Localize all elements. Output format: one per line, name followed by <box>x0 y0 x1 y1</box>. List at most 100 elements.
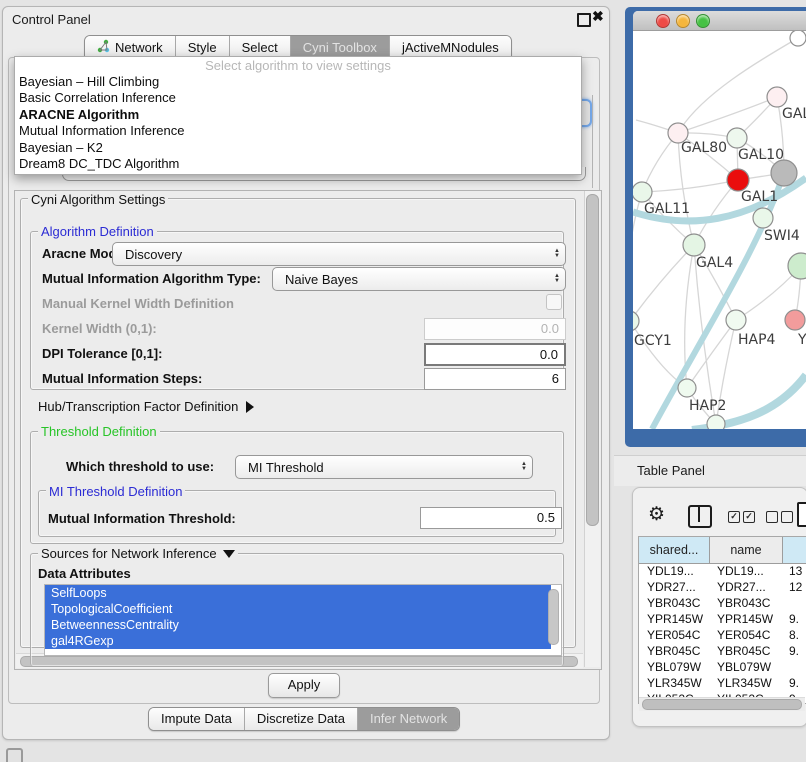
kernel-width-label: Kernel Width (0,1): <box>42 321 157 336</box>
table-cell: YBL079W <box>709 660 781 676</box>
mi-steps-field[interactable]: 6 <box>424 368 566 390</box>
dropdown-item[interactable]: Dream8 DC_TDC Algorithm <box>15 156 581 172</box>
network-node-gal11[interactable] <box>633 182 652 202</box>
network-node-swi4[interactable] <box>753 208 773 228</box>
threshold-definition-title: Threshold Definition <box>38 424 160 439</box>
network-node-hap2[interactable] <box>678 379 696 397</box>
network-node[interactable] <box>707 415 725 429</box>
table-cell: 9. <box>781 644 806 660</box>
float-window-icon[interactable] <box>577 13 591 27</box>
tab-impute-data[interactable]: Impute Data <box>149 708 244 730</box>
network-node[interactable] <box>790 31 806 46</box>
dropdown-item[interactable]: Mutual Information Inference <box>15 123 581 139</box>
table-row[interactable]: YER054CYER054C8. <box>639 628 806 644</box>
minimize-traffic-light-icon[interactable] <box>676 14 690 28</box>
node-label: Y <box>797 332 806 348</box>
cyni-bottom-tabs: Impute Data Discretize Data Infer Network <box>148 707 460 731</box>
tab-discretize-data[interactable]: Discretize Data <box>244 708 357 730</box>
network-node-gal4[interactable] <box>683 234 705 256</box>
network-canvas[interactable]: GALGAL80GAL10GAL1GAL11SWI4GAL4HAP4YGCY1H… <box>633 31 806 429</box>
mi-threshold-field[interactable]: 0.5 <box>420 507 562 529</box>
sources-title: Sources for Network Inference <box>41 546 217 561</box>
which-threshold-label: Which threshold to use: <box>66 459 214 474</box>
chevron-down-icon <box>223 550 235 558</box>
table-cell: 8. <box>781 628 806 644</box>
network-edge[interactable] <box>642 180 738 192</box>
dropdown-item[interactable]: Basic Correlation Inference <box>15 90 581 106</box>
which-threshold-combo[interactable]: MI Threshold ▲▼ <box>235 455 533 479</box>
node-label: GAL10 <box>738 147 784 163</box>
dropdown-item[interactable]: ARACNE Algorithm <box>15 107 581 123</box>
cyni-algorithm-settings-title: Cyni Algorithm Settings <box>28 192 168 207</box>
tab-label: Impute Data <box>161 711 232 726</box>
attribute-list-item[interactable]: gal4RGexp <box>45 633 551 649</box>
select-all-checkboxes-icon[interactable]: ✓✓ <box>728 511 755 523</box>
mi-algorithm-type-combo[interactable]: Naive Bayes ▲▼ <box>272 267 566 291</box>
table-row[interactable]: YBR045CYBR045C9. <box>639 644 806 660</box>
sources-expander[interactable]: Sources for Network Inference <box>38 546 238 561</box>
gear-icon[interactable]: ⚙ <box>648 503 665 526</box>
table-row[interactable]: YBR043CYBR043C <box>639 596 806 612</box>
column-header-name[interactable]: name <box>710 537 783 563</box>
network-node-gal1[interactable] <box>727 169 749 191</box>
node-label: GAL <box>782 106 806 122</box>
column-header-shared[interactable]: shared... <box>639 537 710 563</box>
table-row[interactable]: YLR345WYLR345W9. <box>639 676 806 692</box>
network-node-gcy1[interactable] <box>633 311 639 331</box>
document-icon[interactable] <box>797 502 806 527</box>
network-node-gal[interactable] <box>767 87 787 107</box>
table-cell: YBR043C <box>709 596 781 612</box>
collapsed-panel-icon[interactable] <box>6 748 23 762</box>
attribute-list-item[interactable]: SelfLoops <box>45 585 551 601</box>
network-node-gal10[interactable] <box>727 128 747 148</box>
table-row[interactable]: YBL079WYBL079W <box>639 660 806 676</box>
groupbox-border-fragment <box>592 95 593 188</box>
hub-definition-expander[interactable]: Hub/Transcription Factor Definition <box>38 399 254 414</box>
table-cell <box>781 596 806 612</box>
close-traffic-light-icon[interactable] <box>656 14 670 28</box>
aracne-mode-value: Discovery <box>113 247 549 262</box>
table-hscrollbar-thumb[interactable] <box>642 699 802 710</box>
network-edge[interactable] <box>633 245 694 321</box>
table-cell: YBR045C <box>709 644 781 660</box>
mi-algorithm-type-value: Naive Bayes <box>273 272 549 287</box>
data-attributes-list[interactable]: SelfLoopsTopologicalCoefficientBetweenne… <box>44 584 562 656</box>
table-row[interactable]: YPR145WYPR145W9. <box>639 612 806 628</box>
network-edge[interactable] <box>678 97 777 133</box>
combo-stepper-icon: ▲▼ <box>516 462 532 472</box>
table-cell: YPR145W <box>709 612 781 628</box>
deselect-all-checkboxes-icon[interactable] <box>766 511 793 523</box>
tab-label: Cyni Toolbox <box>303 40 377 55</box>
network-node[interactable] <box>788 253 806 279</box>
attribute-list-item[interactable]: TopologicalCoefficient <box>45 601 551 617</box>
network-node[interactable] <box>771 160 797 186</box>
list-scrollbar-thumb[interactable] <box>548 589 559 645</box>
table-cell: YLR345W <box>709 676 781 692</box>
dropdown-item[interactable]: Bayesian – Hill Climbing <box>15 74 581 90</box>
vertical-scrollbar-thumb[interactable] <box>586 194 599 526</box>
tab-label: Infer Network <box>370 711 447 726</box>
node-label: GAL11 <box>644 201 690 217</box>
close-icon[interactable]: ✖ <box>592 8 604 25</box>
manual-kernel-width-checkbox[interactable] <box>546 294 562 310</box>
aracne-mode-combo[interactable]: Discovery ▲▼ <box>112 242 566 266</box>
tab-infer-network[interactable]: Infer Network <box>357 708 459 730</box>
table-row[interactable]: YDR27...YDR27...12 <box>639 580 806 596</box>
dropdown-item[interactable]: Bayesian – K2 <box>15 140 581 156</box>
which-threshold-value: MI Threshold <box>236 460 516 475</box>
dpi-tolerance-field[interactable]: 0.0 <box>424 343 566 366</box>
table-cell: 12 <box>781 580 806 596</box>
column-header-A[interactable]: A <box>783 537 806 563</box>
table-cell: YBL079W <box>639 660 709 676</box>
zoom-traffic-light-icon[interactable] <box>696 14 710 28</box>
columns-icon[interactable] <box>688 505 712 528</box>
table-cell: YBR045C <box>639 644 709 660</box>
kernel-width-field[interactable]: 0.0 <box>424 318 566 340</box>
apply-button[interactable]: Apply <box>268 673 340 698</box>
attribute-list-item[interactable]: BetweennessCentrality <box>45 617 551 633</box>
table-cell: YBR043C <box>639 596 709 612</box>
network-node-y[interactable] <box>785 310 805 330</box>
node-label: HAP4 <box>738 332 776 348</box>
network-node-hap4[interactable] <box>726 310 746 330</box>
table-row[interactable]: YDL19...YDL19...13 <box>639 564 806 580</box>
